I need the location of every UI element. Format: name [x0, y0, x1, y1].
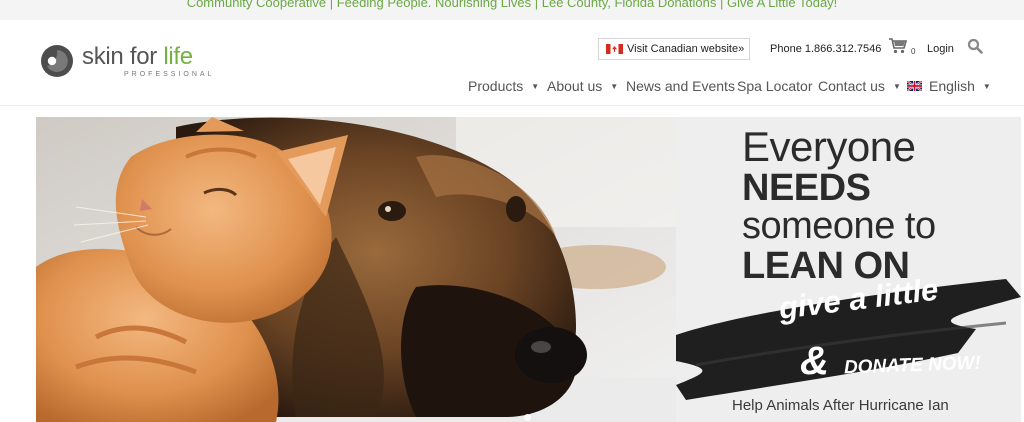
language-label: English — [929, 78, 975, 94]
cart-count: 0 — [911, 47, 916, 56]
logo-wordmark: skin for life — [82, 43, 193, 71]
chevron-down-icon: ▼ — [531, 81, 540, 91]
chevron-down-icon: ▼ — [892, 81, 901, 91]
visit-canadian-website-button[interactable]: Visit Canadian website» — [598, 38, 750, 60]
logo-mark-icon — [41, 45, 73, 77]
nav-label: About us — [547, 78, 603, 94]
language-selector[interactable]: English ▼ — [907, 77, 991, 95]
chevron-down-icon: ▼ — [610, 81, 619, 91]
help-animals-caption: Help Animals After Hurricane Ian — [732, 397, 949, 414]
nav-label: Products — [468, 78, 524, 94]
uk-flag-icon — [907, 81, 922, 91]
chevron-down-icon: ▼ — [982, 81, 991, 91]
cart-button[interactable]: 0 — [888, 37, 916, 59]
ad-line-everyone: Everyone — [742, 123, 916, 170]
nav-label: Spa Locator — [737, 78, 813, 94]
canada-button-label: Visit Canadian website» — [627, 43, 745, 55]
ampersand-text: & — [800, 339, 829, 383]
nav-item-spa-locator[interactable]: Spa Locator — [737, 77, 813, 95]
nav-label: Contact us — [818, 78, 885, 94]
nav-item-contact-us[interactable]: Contact us ▼ — [818, 77, 901, 95]
cart-icon — [889, 38, 908, 54]
search-icon[interactable] — [967, 38, 983, 54]
ad-line-someone-to: someone to — [742, 205, 936, 247]
login-link[interactable]: Login — [927, 43, 954, 55]
ad-line-needs: NEEDS — [742, 167, 871, 209]
phone-number[interactable]: Phone 1.866.312.7546 — [770, 43, 881, 55]
nav-label: News and Events — [626, 78, 735, 94]
nav-item-news-and-events[interactable]: News and Events — [626, 77, 735, 95]
logo-subtitle: PROFESSIONAL — [124, 71, 215, 78]
announcement-bar: Community Cooperative | Feeding People. … — [0, 0, 1024, 20]
slider-dot[interactable] — [524, 414, 531, 421]
canada-flag-icon — [606, 44, 623, 54]
site-logo[interactable]: skin for life PROFESSIONAL — [40, 43, 220, 88]
logo-brand-main: skin for — [82, 43, 164, 70]
logo-brand-accent: life — [163, 43, 193, 70]
nav-item-products[interactable]: Products ▼ — [468, 77, 539, 95]
site-header: skin for life PROFESSIONAL Visit Canadia… — [0, 20, 1024, 106]
hero-banner[interactable]: Everyone NEEDS someone to LEAN ON give a… — [36, 117, 1021, 422]
announcement-text[interactable]: Community Cooperative | Feeding People. … — [0, 0, 1024, 10]
donation-ad-panel: Everyone NEEDS someone to LEAN ON give a… — [676, 117, 1021, 422]
nav-item-about-us[interactable]: About us ▼ — [547, 77, 618, 95]
cat-and-dog-photo — [36, 117, 676, 422]
